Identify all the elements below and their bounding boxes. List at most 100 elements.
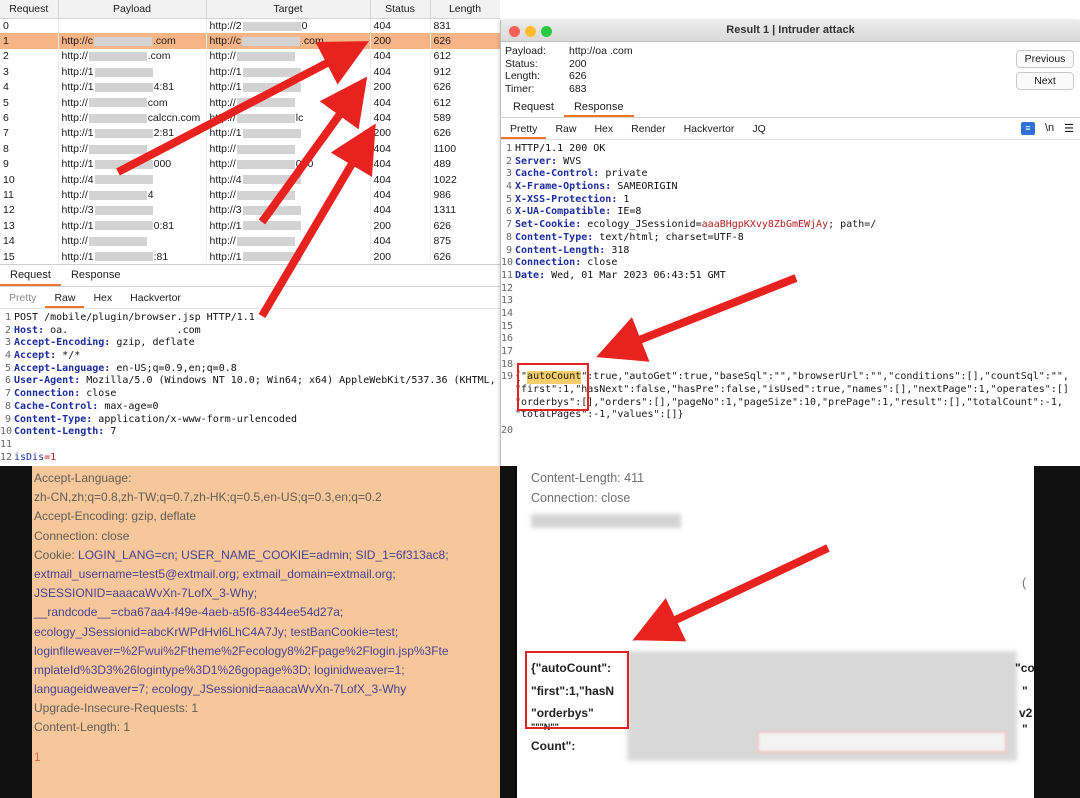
subtab-raw[interactable]: Raw bbox=[546, 118, 585, 139]
cell-payload: http://calccn.com bbox=[58, 110, 207, 126]
table-row[interactable]: 10 http://4 http://4 404 1022 bbox=[0, 171, 500, 188]
cell-payload: http://4 bbox=[58, 187, 207, 203]
cell-target: http:// bbox=[206, 233, 371, 249]
subtab-pretty[interactable]: Pretty bbox=[501, 118, 547, 139]
meta-payload: Payload: http://oa .com bbox=[505, 45, 633, 57]
cell-request: 9 bbox=[0, 156, 59, 172]
cell-status: 200 bbox=[370, 79, 431, 95]
window-titlebar: Result 1 | Intruder attack bbox=[501, 20, 1080, 42]
response-line-20: 20 bbox=[501, 425, 514, 437]
table-row[interactable]: 2 http://.com http://404 612 bbox=[0, 48, 500, 65]
bottom-request-line: loginfileweaver=%2Fwui%2Ftheme%2Fecology… bbox=[34, 643, 449, 658]
table-row[interactable]: 11 http://4 http://404 986 bbox=[0, 187, 500, 203]
code-line: 6 X-UA-Compatible: IE=8 bbox=[505, 206, 642, 218]
cell-request: 6 bbox=[0, 110, 59, 126]
blurred-highlight-region bbox=[757, 731, 1007, 753]
column-header-length[interactable]: Length bbox=[430, 0, 500, 19]
cell-payload: http://4 bbox=[58, 171, 207, 188]
redacted-text bbox=[88, 98, 147, 108]
newline-toggle-icon[interactable]: \n bbox=[1045, 122, 1054, 135]
view-mode-tabs: Pretty Raw Hex Hackvertor bbox=[0, 287, 500, 309]
table-row[interactable]: 15 http://1:81 http://1 200 626 bbox=[0, 248, 500, 262]
cell-target: http://4 bbox=[206, 171, 371, 188]
cell-request: 7 bbox=[0, 125, 59, 142]
table-row[interactable]: 5 http://com http://404 612 bbox=[0, 94, 500, 111]
intruder-results-table: Request Payload Target Status Length 0 ht… bbox=[0, 0, 500, 262]
cell-status: 404 bbox=[370, 171, 431, 188]
window-title: Result 1 | Intruder attack bbox=[726, 24, 855, 36]
table-row[interactable]: 3 http://1 http://1 404 912 bbox=[0, 64, 500, 80]
redacted-text bbox=[236, 98, 295, 108]
code-line: 3 Cache-Control: private bbox=[505, 168, 648, 180]
subtab-raw[interactable]: Raw bbox=[45, 287, 85, 308]
redacted-text bbox=[94, 36, 153, 46]
column-header-status[interactable]: Status bbox=[370, 0, 431, 19]
cell-request: 11 bbox=[0, 187, 59, 203]
redacted-text bbox=[242, 206, 301, 216]
bottom-request-line: languageidweaver=7; ecology_JSessionid=a… bbox=[34, 682, 407, 697]
request-text-area[interactable]: 1 POST /mobile/plugin/browser.jsp HTTP/1.… bbox=[0, 309, 500, 464]
cell-target: http:// bbox=[206, 187, 371, 203]
tab-response[interactable]: Response bbox=[563, 98, 634, 117]
length-value: 626 bbox=[569, 70, 587, 82]
next-button[interactable]: Next bbox=[1016, 72, 1074, 90]
table-row[interactable]: 0 http://2 0 404 831 bbox=[0, 18, 500, 34]
table-row[interactable]: 14 http://http://404 875 bbox=[0, 233, 500, 249]
cell-payload: http://1 0:81 bbox=[58, 218, 207, 234]
cell-target: http://1 bbox=[206, 125, 371, 142]
cell-payload: http://1 000 bbox=[58, 156, 207, 172]
code-line: 2 Server: WVS bbox=[505, 155, 582, 167]
cell-status: 404 bbox=[370, 156, 431, 172]
redacted-text bbox=[88, 144, 147, 154]
code-line: 12 isDis =1 bbox=[0, 451, 57, 463]
subtab-pretty[interactable]: Pretty bbox=[0, 287, 45, 308]
code-line: 10 Connection: close bbox=[501, 257, 618, 269]
cell-target: http://000 bbox=[206, 156, 371, 172]
cell-request: 3 bbox=[0, 64, 59, 80]
code-line: 7 Connection: close bbox=[4, 388, 117, 400]
cell-payload: http://3 bbox=[58, 202, 207, 219]
cell-status: 404 bbox=[370, 187, 431, 203]
cell-payload: http://1 2:81 bbox=[58, 125, 207, 142]
table-row[interactable]: 6 http://calccn.com http://lc 404 589 bbox=[0, 110, 500, 126]
word-wrap-icon[interactable]: ≡ bbox=[1020, 122, 1035, 135]
response-text-area[interactable]: 1 HTTP/1.1 200 OK 2 Server: WVS 3 Cache-Contr… bbox=[501, 140, 1080, 371]
menu-icon[interactable]: ☰ bbox=[1064, 122, 1074, 135]
table-row[interactable]: 7 http://1 2:81 http://1 200 626 bbox=[0, 125, 500, 142]
table-row[interactable]: 8 http://http://404 1100 bbox=[0, 141, 500, 157]
subtab-hex[interactable]: Hex bbox=[84, 287, 121, 308]
cell-payload: http:// bbox=[58, 233, 207, 249]
cell-length: 875 bbox=[430, 233, 500, 249]
column-header-target[interactable]: Target bbox=[206, 0, 371, 19]
table-row[interactable]: 9 http://1 000 http://000 404 489 bbox=[0, 156, 500, 172]
column-header-request[interactable]: Request bbox=[0, 0, 59, 19]
redacted-text bbox=[242, 21, 301, 31]
column-header-payload[interactable]: Payload bbox=[58, 0, 207, 19]
code-line: 5 Accept-Language: en-US;q=0.9,en;q=0.8 bbox=[4, 362, 237, 374]
redacted-text bbox=[94, 206, 153, 216]
tab-request[interactable]: Request bbox=[0, 265, 61, 286]
cell-payload: http:// bbox=[58, 141, 207, 157]
code-line: 10 Content-Length: 7 bbox=[0, 426, 117, 438]
subtab-hackvertor[interactable]: Hackvertor bbox=[121, 287, 190, 308]
subtab-jq[interactable]: JQ bbox=[743, 118, 774, 139]
table-row[interactable]: 4 http://1 4:81 http://1 200 626 bbox=[0, 79, 500, 95]
meta-status: Status: 200 bbox=[505, 57, 587, 70]
cell-target: http://lc bbox=[206, 110, 371, 126]
cell-request: 1 bbox=[0, 33, 59, 49]
code-line: 17 bbox=[501, 346, 514, 357]
table-row[interactable]: 13 http://1 0:81 http://1 200 626 bbox=[0, 218, 500, 234]
previous-button[interactable]: Previous bbox=[1016, 50, 1074, 68]
tab-request[interactable]: Request bbox=[503, 98, 564, 117]
tab-response[interactable]: Response bbox=[61, 265, 131, 286]
table-row[interactable]: 12 http://3 http://3 404 1311 bbox=[0, 202, 500, 219]
subtab-hackvertor[interactable]: Hackvertor bbox=[675, 118, 744, 139]
subtab-hex[interactable]: Hex bbox=[585, 118, 622, 139]
intruder-result-window: Result 1 | Intruder attack Payload: http:… bbox=[500, 20, 1080, 466]
subtab-render[interactable]: Render bbox=[622, 118, 674, 139]
code-line: 2 Host: oa. .com bbox=[4, 324, 201, 336]
redacted-text bbox=[242, 82, 301, 92]
timer-value: 683 bbox=[569, 82, 587, 95]
bottom-request-line: Accept-Language: bbox=[34, 471, 132, 485]
table-row[interactable]: 1 http://c .com http://c .com 200 626 bbox=[0, 33, 500, 49]
